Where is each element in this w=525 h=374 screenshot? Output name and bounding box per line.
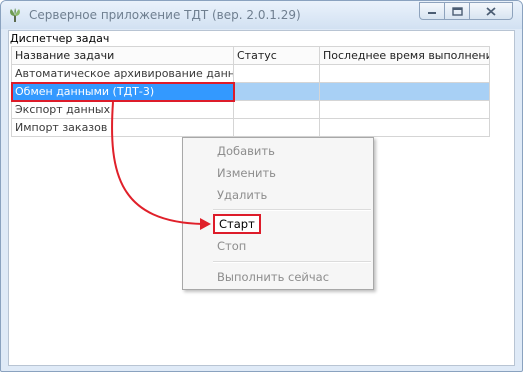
task-name-cell[interactable]: Импорт заказов (11, 118, 234, 137)
table-row[interactable]: Автоматическое архивирование данных (11, 64, 490, 83)
menu-item-delete[interactable]: Удалить (217, 188, 267, 202)
minimize-icon (428, 12, 436, 14)
menu-separator (213, 261, 371, 263)
menu-item-run-now[interactable]: Выполнить сейчас (217, 270, 329, 284)
window-title: Серверное приложение ТДТ (вер. 2.0.1.29) (29, 8, 301, 22)
menu-item-stop[interactable]: Стоп (217, 239, 246, 253)
task-last-run-cell[interactable] (319, 64, 490, 83)
table-row[interactable]: Импорт заказов (11, 118, 490, 137)
menu-separator (213, 209, 371, 211)
column-header-status[interactable]: Статус (233, 46, 320, 65)
dispatcher-label: Диспетчер задач (10, 32, 110, 45)
maximize-icon (451, 6, 463, 16)
task-status-cell[interactable] (233, 82, 320, 101)
menu-item-add[interactable]: Добавить (217, 144, 275, 158)
task-status-cell[interactable] (233, 118, 320, 137)
table-header: Название задачи Статус Последнее время в… (11, 46, 490, 65)
task-status-cell[interactable] (233, 100, 320, 119)
task-name-cell[interactable]: Автоматическое архивирование данных (11, 64, 234, 83)
app-tree-icon (10, 8, 20, 22)
table-row[interactable]: Экспорт данных (11, 100, 490, 119)
maximize-button[interactable] (444, 2, 470, 20)
task-last-run-cell[interactable] (319, 100, 490, 119)
table-row-selected[interactable]: Обмен данными (ТДТ-3) (10, 81, 490, 102)
task-name-cell[interactable]: Экспорт данных (11, 100, 234, 119)
context-menu: Добавить Изменить Удалить Старт Стоп Вып… (182, 137, 374, 290)
menu-item-start[interactable]: Старт (213, 214, 261, 234)
menu-item-edit[interactable]: Изменить (217, 166, 276, 180)
task-status-cell[interactable] (233, 64, 320, 83)
task-last-run-cell[interactable] (319, 82, 490, 101)
column-header-last-run[interactable]: Последнее время выполнения (319, 46, 490, 65)
column-header-name[interactable]: Название задачи (11, 46, 234, 65)
minimize-button[interactable] (419, 2, 445, 20)
task-last-run-cell[interactable] (319, 118, 490, 137)
close-icon (486, 6, 496, 16)
task-name-cell[interactable]: Обмен данными (ТДТ-3) (10, 81, 235, 102)
task-table: Название задачи Статус Последнее время в… (10, 46, 490, 137)
title-bar[interactable]: Серверное приложение ТДТ (вер. 2.0.1.29) (1, 1, 522, 29)
close-button[interactable] (469, 2, 513, 20)
